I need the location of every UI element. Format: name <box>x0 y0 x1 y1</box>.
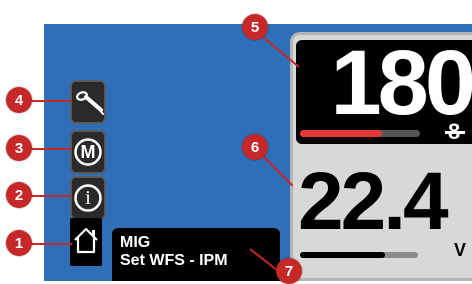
voltage-bar-track <box>300 252 418 258</box>
callout-2-leader <box>28 195 72 197</box>
lock-strike <box>445 131 465 134</box>
welding-process-button[interactable] <box>70 80 106 124</box>
lock-icon: 8 <box>448 120 460 144</box>
callout-5: 5 <box>242 14 268 40</box>
home-icon <box>71 225 101 260</box>
memory-m-icon: M <box>73 137 103 167</box>
callout-3-leader <box>28 148 72 150</box>
callout-3: 3 <box>6 135 32 161</box>
memory-letter: M <box>81 142 96 163</box>
wfs-bar-track <box>300 130 420 137</box>
setting-label: Set WFS - IPM <box>120 252 272 270</box>
info-icon: i <box>73 183 103 213</box>
memory-button[interactable]: M <box>70 130 106 174</box>
callout-6: 6 <box>242 134 268 160</box>
info-letter: i <box>85 187 91 210</box>
wfs-bar-fill <box>300 130 382 137</box>
voltage-unit: V <box>454 240 466 261</box>
voltage-value: 22.4 <box>298 154 446 250</box>
callout-4-leader <box>28 100 72 102</box>
callout-4: 4 <box>6 87 32 113</box>
callout-7: 7 <box>276 258 302 284</box>
callout-1: 1 <box>6 230 32 256</box>
callout-2: 2 <box>6 182 32 208</box>
voltage-bar-fill <box>300 252 385 258</box>
wire-feed-speed-display: 180 <box>296 40 472 144</box>
home-button[interactable] <box>70 218 102 266</box>
information-button[interactable]: i <box>70 176 106 220</box>
callout-1-leader <box>28 243 72 245</box>
welding-torch-icon <box>71 88 105 116</box>
